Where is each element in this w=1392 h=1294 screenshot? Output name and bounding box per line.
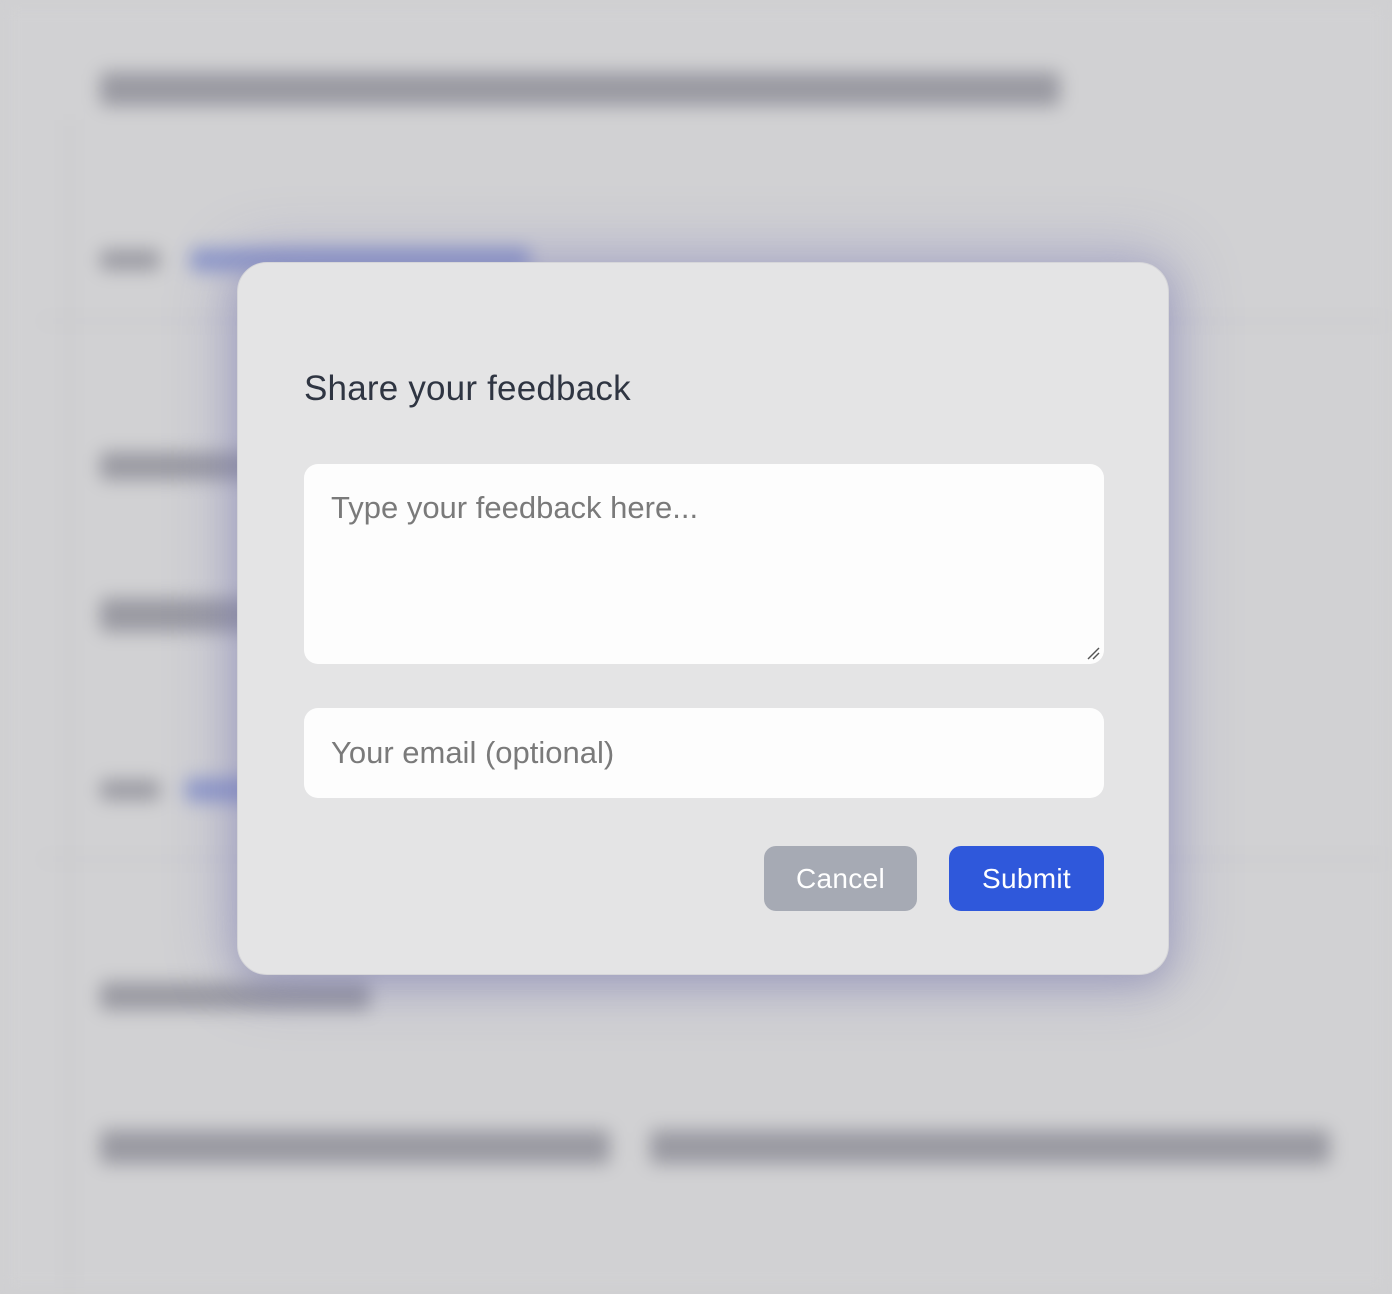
background-heading-block — [100, 72, 1060, 106]
background-label-block — [100, 780, 160, 800]
submit-button[interactable]: Submit — [949, 846, 1104, 911]
resize-handle-icon[interactable] — [1086, 646, 1100, 660]
feedback-textarea[interactable] — [304, 464, 1104, 664]
background-text-block — [650, 1130, 1330, 1164]
background-label-block — [100, 250, 160, 270]
background-divider — [68, 120, 71, 1294]
email-input[interactable] — [304, 708, 1104, 798]
background-text-block — [100, 1130, 610, 1164]
modal-title: Share your feedback — [304, 369, 631, 408]
background-text-block — [100, 982, 370, 1010]
cancel-button[interactable]: Cancel — [764, 846, 917, 911]
feedback-modal: Share your feedback Cancel Submit — [237, 262, 1169, 975]
